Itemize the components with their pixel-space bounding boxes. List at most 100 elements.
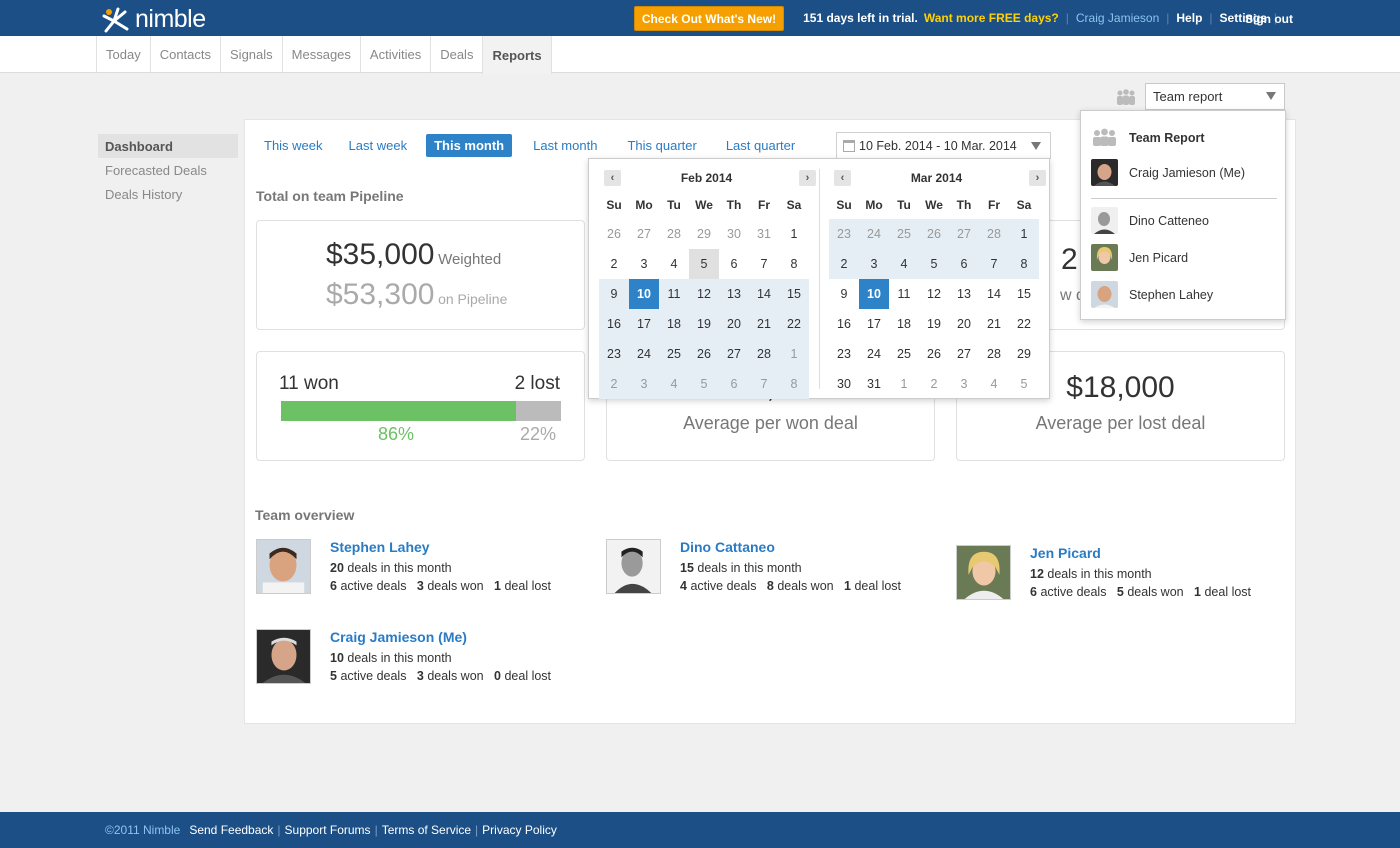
calendar-day[interactable]: 26 xyxy=(689,339,719,369)
calendar-day[interactable]: 23 xyxy=(829,339,859,369)
calendar-day[interactable]: 10 xyxy=(859,279,889,309)
calendar-day[interactable]: 8 xyxy=(779,369,809,399)
calendar-day[interactable]: 24 xyxy=(859,219,889,249)
member-name[interactable]: Dino Cattaneo xyxy=(680,539,901,555)
dropdown-item-me[interactable]: Craig Jamieson (Me) xyxy=(1091,159,1245,186)
calendar-day[interactable]: 26 xyxy=(919,219,949,249)
calendar-day[interactable]: 24 xyxy=(629,339,659,369)
calendar-day[interactable]: 18 xyxy=(659,309,689,339)
calendar-day[interactable]: 27 xyxy=(629,219,659,249)
calendar-day[interactable]: 13 xyxy=(949,279,979,309)
calendar-day[interactable]: 22 xyxy=(1009,309,1039,339)
calendar-day[interactable]: 28 xyxy=(659,219,689,249)
next-month-button[interactable]: › xyxy=(799,170,816,186)
calendar-day[interactable]: 21 xyxy=(979,309,1009,339)
calendar-day[interactable]: 24 xyxy=(859,339,889,369)
calendar-day[interactable]: 6 xyxy=(719,369,749,399)
calendar-day[interactable]: 27 xyxy=(949,219,979,249)
period-this-week[interactable]: This week xyxy=(264,134,323,157)
calendar-day[interactable]: 27 xyxy=(949,339,979,369)
calendar-day[interactable]: 31 xyxy=(749,219,779,249)
calendar-day[interactable]: 16 xyxy=(599,309,629,339)
dropdown-item-member[interactable]: Jen Picard xyxy=(1091,244,1188,271)
footer-link-feedback[interactable]: Send Feedback xyxy=(189,823,273,837)
footer-link-privacy[interactable]: Privacy Policy xyxy=(482,823,557,837)
calendar-day[interactable]: 29 xyxy=(1009,339,1039,369)
calendar-day[interactable]: 2 xyxy=(829,249,859,279)
tab-deals[interactable]: Deals xyxy=(430,36,482,73)
calendar-day[interactable]: 26 xyxy=(599,219,629,249)
calendar-day[interactable]: 2 xyxy=(599,249,629,279)
calendar-day[interactable]: 2 xyxy=(919,369,949,399)
calendar-day[interactable]: 22 xyxy=(779,309,809,339)
footer-link-support[interactable]: Support Forums xyxy=(285,823,371,837)
calendar-day[interactable]: 23 xyxy=(829,219,859,249)
tab-signals[interactable]: Signals xyxy=(220,36,282,73)
calendar-day[interactable]: 6 xyxy=(719,249,749,279)
period-this-quarter[interactable]: This quarter xyxy=(627,134,696,157)
calendar-day[interactable]: 1 xyxy=(779,339,809,369)
calendar-day[interactable]: 10 xyxy=(629,279,659,309)
calendar-day[interactable]: 17 xyxy=(859,309,889,339)
prev-month-button[interactable]: ‹ xyxy=(604,170,621,186)
sidebar-item-forecasted-deals[interactable]: Forecasted Deals xyxy=(98,158,238,182)
dropdown-item-member[interactable]: Stephen Lahey xyxy=(1091,281,1213,308)
calendar-day[interactable]: 8 xyxy=(779,249,809,279)
calendar-day[interactable]: 3 xyxy=(629,369,659,399)
tab-contacts[interactable]: Contacts xyxy=(149,36,220,73)
calendar-day[interactable]: 13 xyxy=(719,279,749,309)
help-link[interactable]: Help xyxy=(1176,11,1202,25)
calendar-day[interactable]: 19 xyxy=(919,309,949,339)
calendar-day[interactable]: 26 xyxy=(919,339,949,369)
calendar-day[interactable]: 3 xyxy=(859,249,889,279)
calendar-day[interactable]: 1 xyxy=(889,369,919,399)
calendar-day[interactable]: 17 xyxy=(629,309,659,339)
date-range-picker[interactable]: 10 Feb. 2014 - 10 Mar. 2014 xyxy=(836,132,1051,159)
user-link[interactable]: Craig Jamieson xyxy=(1076,11,1159,25)
calendar-day[interactable]: 1 xyxy=(779,219,809,249)
next-month-button[interactable]: › xyxy=(1029,170,1046,186)
tab-today[interactable]: Today xyxy=(96,36,150,73)
calendar-day[interactable]: 2 xyxy=(599,369,629,399)
calendar-day[interactable]: 1 xyxy=(1009,219,1039,249)
calendar-day[interactable]: 21 xyxy=(749,309,779,339)
member-name[interactable]: Jen Picard xyxy=(1030,545,1251,561)
calendar-day[interactable]: 12 xyxy=(689,279,719,309)
avatar[interactable] xyxy=(256,629,311,684)
calendar-day[interactable]: 3 xyxy=(949,369,979,399)
team-report-select[interactable]: Team report xyxy=(1145,83,1285,110)
calendar-day[interactable]: 28 xyxy=(979,339,1009,369)
tab-messages[interactable]: Messages xyxy=(281,36,360,73)
nimble-logo[interactable]: nimble xyxy=(101,5,206,34)
calendar-day[interactable]: 4 xyxy=(659,369,689,399)
calendar-day[interactable]: 15 xyxy=(779,279,809,309)
calendar-day[interactable]: 9 xyxy=(599,279,629,309)
footer-link-terms[interactable]: Terms of Service xyxy=(382,823,471,837)
calendar-day[interactable]: 25 xyxy=(889,219,919,249)
period-last-quarter[interactable]: Last quarter xyxy=(726,134,795,157)
calendar-day[interactable]: 6 xyxy=(949,249,979,279)
calendar-day[interactable]: 23 xyxy=(599,339,629,369)
calendar-day[interactable]: 7 xyxy=(749,249,779,279)
sidebar-item-dashboard[interactable]: Dashboard xyxy=(98,134,238,158)
whats-new-button[interactable]: Check Out What's New! xyxy=(634,6,784,31)
calendar-day[interactable]: 11 xyxy=(659,279,689,309)
calendar-day[interactable]: 5 xyxy=(919,249,949,279)
tab-activities[interactable]: Activities xyxy=(359,36,430,73)
member-name[interactable]: Stephen Lahey xyxy=(330,539,551,555)
calendar-day[interactable]: 19 xyxy=(689,309,719,339)
calendar-day[interactable]: 31 xyxy=(859,369,889,399)
calendar-day[interactable]: 11 xyxy=(889,279,919,309)
sidebar-item-deals-history[interactable]: Deals History xyxy=(98,182,238,206)
member-name[interactable]: Craig Jamieson (Me) xyxy=(330,629,551,645)
period-last-month[interactable]: Last month xyxy=(533,134,597,157)
calendar-day[interactable]: 20 xyxy=(949,309,979,339)
calendar-day[interactable]: 5 xyxy=(1009,369,1039,399)
calendar-day[interactable]: 16 xyxy=(829,309,859,339)
calendar-day[interactable]: 7 xyxy=(979,249,1009,279)
prev-month-button[interactable]: ‹ xyxy=(834,170,851,186)
calendar-day[interactable]: 12 xyxy=(919,279,949,309)
calendar-day[interactable]: 28 xyxy=(749,339,779,369)
calendar-day[interactable]: 4 xyxy=(889,249,919,279)
avatar[interactable] xyxy=(256,539,311,594)
